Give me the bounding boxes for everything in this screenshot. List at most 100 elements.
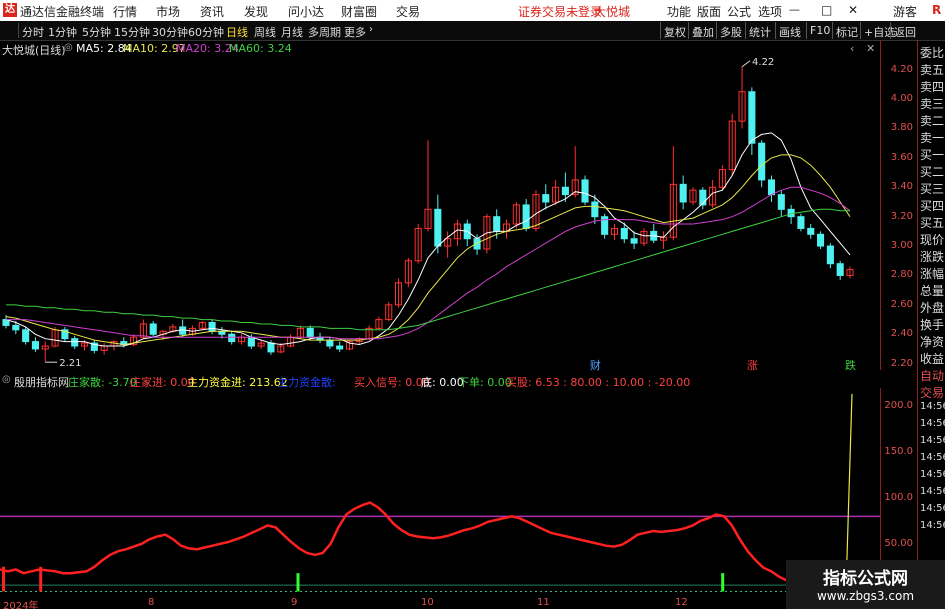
- chart-settings-icon[interactable]: ◎: [64, 42, 73, 53]
- candle-body: [336, 345, 344, 350]
- btn-statistics[interactable]: 统计: [745, 22, 774, 39]
- period-tab-multi[interactable]: 多周期: [308, 24, 341, 40]
- menu-wealth-circle[interactable]: 财富圈: [341, 3, 377, 20]
- candlestick-chart[interactable]: 4.22 2.21 财 涨 跌: [0, 55, 880, 371]
- period-tab-5min[interactable]: 5分钟: [82, 24, 111, 40]
- menu-formula[interactable]: 公式: [727, 3, 751, 20]
- candle-body: [826, 245, 834, 265]
- period-tab-1min[interactable]: 1分钟: [48, 24, 77, 40]
- side-panel-item[interactable]: 买二: [920, 163, 944, 180]
- period-tab-30min[interactable]: 30分钟: [152, 24, 188, 40]
- date-label: 2024年: [3, 601, 39, 609]
- side-panel-item[interactable]: 14:56: [920, 418, 945, 429]
- menu-bar: 达 通达信金融终端 行情 市场 资讯 发现 问小达 财富圈 交易 证券交易未登录…: [0, 0, 945, 21]
- indicator-settings-icon[interactable]: ◎: [2, 374, 11, 385]
- event-tag: 财: [590, 358, 601, 371]
- indicator-chart[interactable]: [0, 388, 880, 597]
- menu-trade[interactable]: 交易: [396, 3, 420, 20]
- candle-body: [836, 263, 844, 276]
- period-tab-60min[interactable]: 60分钟: [188, 24, 224, 40]
- close-icon[interactable]: ✕: [848, 3, 858, 17]
- side-panel-item[interactable]: 买一: [920, 146, 944, 163]
- side-panel-item[interactable]: 卖四: [920, 78, 944, 95]
- menu-quotes[interactable]: 行情: [113, 3, 137, 20]
- candle-body: [267, 342, 275, 353]
- maximize-icon[interactable]: □: [821, 3, 832, 17]
- period-tab-weekly[interactable]: 周线: [254, 24, 276, 40]
- side-panel-item[interactable]: 买五: [920, 214, 944, 231]
- menu-options[interactable]: 选项: [758, 3, 782, 20]
- indicator-header: ◎ 殷朋指标网 庄家散: -3.70 庄家进: 0.00 主力资金进: 213.…: [0, 372, 880, 389]
- side-panel-item[interactable]: 外盘: [920, 299, 944, 316]
- btn-overlay[interactable]: 叠加: [688, 22, 717, 39]
- menu-news[interactable]: 资讯: [200, 3, 224, 20]
- side-panel-item[interactable]: 14:56: [920, 435, 945, 446]
- indicator-tick: 200.0: [884, 400, 913, 412]
- side-panel-item[interactable]: 委比: [920, 44, 944, 61]
- low-price-label: 2.21: [59, 358, 81, 369]
- period-tab-15min[interactable]: 15分钟: [114, 24, 150, 40]
- menu-layout[interactable]: 版面: [697, 3, 721, 20]
- side-panel-item[interactable]: 净资: [920, 333, 944, 350]
- btn-draw-line[interactable]: 画线: [775, 22, 804, 39]
- period-tab-intraday[interactable]: 分时: [22, 24, 44, 40]
- candle-body: [326, 339, 334, 347]
- side-panel-item[interactable]: 卖一: [920, 129, 944, 146]
- side-panel-item[interactable]: 买三: [920, 180, 944, 197]
- price-tick: 2.60: [890, 298, 913, 310]
- candle-body: [522, 204, 530, 229]
- btn-f10[interactable]: F10: [806, 22, 833, 39]
- side-panel-item[interactable]: 现价: [920, 231, 944, 248]
- btn-back[interactable]: 返回: [890, 22, 919, 39]
- user-label[interactable]: 游客: [893, 3, 917, 20]
- quote-side-panel: 委比 卖五 卖四 卖三 卖二 卖一 买一 买二 买三 买四 买五 现价 涨跌 涨幅 总量 外盘 换手 净资 收益 自动…: [917, 40, 945, 609]
- side-panel-item[interactable]: 涨跌: [920, 248, 944, 265]
- candle-body: [748, 91, 756, 144]
- side-panel-item[interactable]: 卖三: [920, 95, 944, 112]
- chevron-right-icon[interactable]: ›: [369, 24, 373, 35]
- buy-signal-bar: [721, 573, 725, 592]
- menu-function[interactable]: 功能: [667, 3, 691, 20]
- chart-close-icon[interactable]: ✕: [866, 42, 875, 55]
- watermark: 指标公式网 www.zbgs3.com: [786, 560, 945, 609]
- price-tick: 2.40: [890, 328, 913, 340]
- menu-assistant[interactable]: 问小达: [288, 3, 324, 20]
- side-panel-item[interactable]: 卖五: [920, 61, 944, 78]
- stock-name-header: 大悦城: [594, 5, 631, 19]
- side-panel-item[interactable]: 买四: [920, 197, 944, 214]
- side-panel-item[interactable]: 总量: [920, 282, 944, 299]
- date-label: 11: [537, 597, 550, 608]
- chart-collapse-icon[interactable]: ‹: [850, 42, 854, 55]
- buy-signal-bar: [2, 566, 5, 592]
- btn-adjust[interactable]: 复权: [660, 22, 689, 39]
- menu-market[interactable]: 市场: [156, 3, 180, 20]
- candle-body: [817, 233, 825, 247]
- side-panel-item[interactable]: 卖二: [920, 112, 944, 129]
- indicator-tick: 50.00: [884, 537, 913, 549]
- btn-multi-stock[interactable]: 多股: [716, 22, 745, 39]
- btn-mark[interactable]: 标记: [832, 22, 861, 39]
- side-panel-item[interactable]: 14:56: [920, 520, 945, 531]
- candle-body: [630, 238, 638, 244]
- side-panel-item[interactable]: 收益: [920, 350, 944, 367]
- minimize-icon[interactable]: —: [789, 3, 800, 16]
- side-panel-item[interactable]: 换手: [920, 316, 944, 333]
- indicator-tick: 150.0: [884, 446, 913, 458]
- side-panel-item[interactable]: 14:56: [920, 486, 945, 497]
- side-panel-item[interactable]: 14:56: [920, 503, 945, 514]
- side-panel-item[interactable]: 涨幅: [920, 265, 944, 282]
- r-label: R: [932, 3, 942, 17]
- side-panel-item[interactable]: 14:56: [920, 401, 945, 412]
- event-tag: 涨: [747, 359, 758, 371]
- side-panel-item[interactable]: 14:56: [920, 469, 945, 480]
- side-panel-item[interactable]: 自动: [920, 367, 944, 384]
- menu-discover[interactable]: 发现: [244, 3, 268, 20]
- period-tab-more[interactable]: 更多: [344, 24, 366, 40]
- indicator-tick: 100.0: [884, 492, 913, 503]
- side-panel-item[interactable]: 交易: [920, 384, 944, 401]
- side-panel-item[interactable]: 14:56: [920, 452, 945, 463]
- date-label: 12: [675, 597, 688, 608]
- buy-signal-bar: [296, 573, 300, 592]
- period-tab-monthly[interactable]: 月线: [281, 24, 303, 40]
- period-tab-daily[interactable]: 日线: [226, 24, 248, 40]
